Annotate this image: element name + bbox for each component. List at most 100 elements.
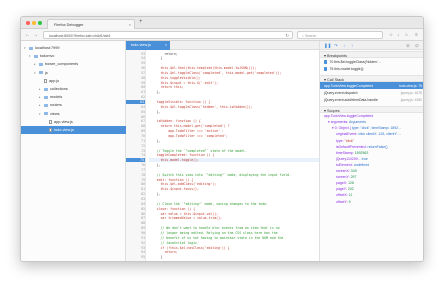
- breakpoint-item[interactable]: 70 this.$el.toggleClass('hidden'...: [320, 59, 423, 66]
- source-tree-item[interactable]: ▾ localhost:7999: [21, 44, 126, 52]
- editor-tab[interactable]: todo-view.js ×: [126, 41, 170, 50]
- toggle-breakpoints-icon[interactable]: ⊘: [406, 43, 410, 49]
- scope-entry[interactable]: app.TodoView.toggleCompleted: [320, 113, 423, 119]
- breakpoint-item[interactable]: 75 this.model.toggle();: [320, 66, 423, 73]
- section-header[interactable]: ▾ Breakpoints: [320, 51, 423, 58]
- pause-icon[interactable]: ❚❚: [324, 43, 331, 49]
- line-number[interactable]: 74: [126, 153, 145, 157]
- source-tree-item[interactable]: ▾ js: [21, 69, 126, 77]
- line-number[interactable]: 94: [126, 250, 145, 254]
- scope-entry[interactable]: jQuery110209... true: [320, 156, 423, 162]
- scope-entry[interactable]: screenY: 297: [320, 174, 423, 180]
- source-tree-item[interactable]: ▾ views: [21, 110, 126, 118]
- menu-icon[interactable]: ≡: [415, 32, 418, 37]
- section-header[interactable]: ▾ Call Stack: [320, 74, 423, 82]
- scope-entry[interactable]: toElement: undefined: [320, 162, 423, 168]
- scope-entry[interactable]: type: "click": [320, 138, 423, 144]
- back-arrow-icon[interactable]: ←: [25, 32, 30, 38]
- source-tree-item[interactable]: ▸ models: [21, 93, 126, 101]
- maximize-window-button[interactable]: [38, 21, 42, 25]
- call-stack-frame[interactable]: jQuery.event.dispatch jquery.js: 4676: [320, 89, 423, 96]
- scope-entry[interactable]: originalEvent: click clientX: 128, clien…: [320, 131, 423, 137]
- scope-entry[interactable]: isDefaultPrevented: returnFalse(): [320, 144, 423, 150]
- line-number[interactable]: 91: [126, 236, 145, 240]
- line-number[interactable]: 78: [126, 173, 145, 177]
- line-number[interactable]: 84: [126, 202, 145, 206]
- line-number[interactable]: 54: [126, 56, 145, 60]
- line-number[interactable]: 92: [126, 241, 145, 245]
- line-number[interactable]: 82: [126, 192, 145, 196]
- line-number[interactable]: 81: [126, 187, 145, 191]
- line-number[interactable]: 66: [126, 115, 145, 119]
- line-number[interactable]: 67: [126, 119, 145, 123]
- line-number[interactable]: 62: [126, 95, 145, 99]
- reload-icon[interactable]: ↻: [285, 33, 289, 39]
- code-area[interactable]: return; } this.$el.html(this.template(th…: [146, 50, 320, 261]
- pause-on-exceptions-icon[interactable]: ⊙: [415, 43, 419, 49]
- line-number[interactable]: 53: [126, 52, 145, 56]
- line-number[interactable]: 60: [126, 85, 145, 89]
- line-number[interactable]: 89: [126, 226, 145, 230]
- line-number[interactable]: 69: [126, 129, 145, 133]
- line-number[interactable]: 86: [126, 212, 145, 216]
- source-tree-item[interactable]: todo-view.js: [21, 126, 126, 134]
- line-number[interactable]: 64: [126, 105, 145, 109]
- breakpoint-line-number[interactable]: 75: [126, 158, 145, 163]
- scope-entry[interactable]: offsetY: 9: [320, 199, 423, 205]
- close-icon[interactable]: ×: [165, 43, 167, 47]
- breakpoint-line-number[interactable]: 63: [126, 100, 145, 104]
- line-number[interactable]: 83: [126, 197, 145, 201]
- source-tree-item[interactable]: app-view.js: [21, 118, 126, 126]
- section-header[interactable]: ▾ Scopes: [320, 105, 423, 113]
- new-tab-button[interactable]: +: [139, 19, 143, 25]
- step-out-icon[interactable]: ↑: [351, 43, 353, 48]
- scope-entry[interactable]: offsetX: 11: [320, 192, 423, 198]
- line-number[interactable]: 79: [126, 178, 145, 182]
- call-stack-frame[interactable]: jQuery.event.add/elemData.handle jquery.j…: [320, 96, 423, 103]
- line-number[interactable]: 55: [126, 61, 145, 65]
- line-number[interactable]: 80: [126, 182, 145, 186]
- line-gutter[interactable]: 53 54 55 56 57 58 59 60 61 62 63 64 65 66 67 68 69 70 71 72…: [126, 50, 146, 261]
- scope-entry[interactable]: pageY: 202: [320, 186, 423, 192]
- breakpoint-checkbox[interactable]: [324, 67, 328, 71]
- url-input[interactable]: localhost:8000/?firefox-tab=child1/tab1 …: [43, 31, 293, 39]
- scope-entry[interactable]: timeStamp: 1892563: [320, 150, 423, 156]
- line-number[interactable]: 87: [126, 216, 145, 220]
- line-number[interactable]: 56: [126, 66, 145, 70]
- source-tree-item[interactable]: ▸ routers: [21, 101, 126, 109]
- line-number[interactable]: 72: [126, 144, 145, 148]
- search-input[interactable]: ⌕ Search: [297, 31, 383, 39]
- line-number[interactable]: 77: [126, 168, 145, 172]
- close-window-button[interactable]: [26, 21, 30, 25]
- line-number[interactable]: 68: [126, 124, 145, 128]
- line-number[interactable]: 65: [126, 110, 145, 114]
- source-tree-item[interactable]: ▸ collections: [21, 85, 126, 93]
- breakpoint-checkbox[interactable]: [324, 60, 328, 64]
- line-number[interactable]: 85: [126, 207, 145, 211]
- line-number[interactable]: 90: [126, 231, 145, 235]
- line-number[interactable]: 95: [126, 255, 145, 259]
- browser-tab[interactable]: Firefox Debugger ×: [47, 19, 135, 29]
- step-in-icon[interactable]: ↓: [343, 43, 345, 48]
- minimize-window-button[interactable]: [32, 21, 36, 25]
- line-number[interactable]: 57: [126, 71, 145, 75]
- call-stack-frame[interactable]: app.TodoView.toggleCompleted todo-view.js…: [320, 82, 423, 89]
- scope-entry[interactable]: pageX: 128: [320, 180, 423, 186]
- step-over-icon[interactable]: ↷: [334, 43, 338, 49]
- source-tree-item[interactable]: app.js: [21, 77, 126, 85]
- close-tab-icon[interactable]: ×: [129, 22, 131, 27]
- forward-arrow-icon[interactable]: →: [33, 32, 38, 38]
- bookmark-star-icon[interactable]: ☆: [389, 32, 393, 38]
- line-number[interactable]: 88: [126, 221, 145, 225]
- source-tree-item[interactable]: ▸ bower_components: [21, 60, 126, 68]
- scope-entry[interactable]: screenX: 349: [320, 168, 423, 174]
- line-number[interactable]: 58: [126, 76, 145, 80]
- line-number[interactable]: 71: [126, 139, 145, 143]
- line-number[interactable]: 59: [126, 81, 145, 85]
- home-icon[interactable]: ⌂: [405, 32, 408, 37]
- scope-entry[interactable]: ▾ 0: Object { type: "click", timeStamp: …: [320, 125, 423, 131]
- scope-entry[interactable]: ▾ arguments: Arguments: [320, 119, 423, 125]
- line-number[interactable]: 73: [126, 149, 145, 153]
- line-number[interactable]: 93: [126, 246, 145, 250]
- line-number[interactable]: 76: [126, 163, 145, 167]
